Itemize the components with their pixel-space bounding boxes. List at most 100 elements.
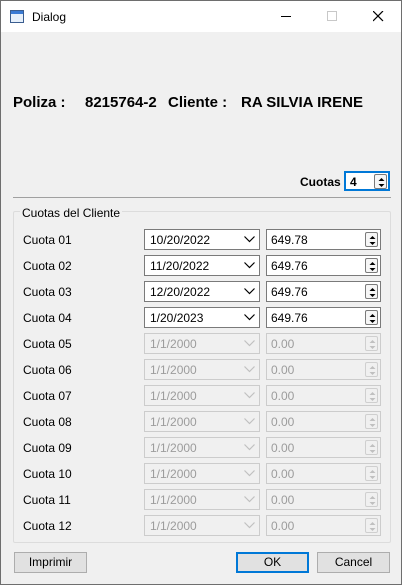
- chevron-down-icon: [244, 288, 255, 295]
- quota-date-picker: 1/1/2000: [144, 437, 260, 458]
- cuotas-label: Cuotas: [300, 175, 341, 189]
- quota-date-picker: 1/1/2000: [144, 489, 260, 510]
- quota-date-picker[interactable]: 10/20/2022: [144, 229, 260, 250]
- quota-amount-spinner: 0.00: [266, 489, 381, 510]
- quota-amount-spin-arrows: [365, 362, 378, 377]
- quota-amount-spin-arrows[interactable]: [365, 258, 378, 273]
- quota-amount-value: 0.00: [271, 467, 295, 481]
- maximize-icon: [327, 11, 337, 21]
- spin-arrows-icon: [369, 340, 376, 349]
- quota-amount-spinner: 0.00: [266, 411, 381, 432]
- close-icon: [373, 11, 384, 22]
- chevron-down-icon: [244, 366, 255, 373]
- cliente-value: RA SILVIA IRENE: [241, 94, 363, 111]
- quota-label: Cuota 04: [23, 311, 72, 325]
- chevron-down-icon: [244, 340, 255, 347]
- quota-date-value: 1/1/2000: [150, 363, 197, 377]
- quota-amount-spin-arrows: [365, 466, 378, 481]
- quota-label: Cuota 07: [23, 389, 72, 403]
- quota-date-value: 12/20/2022: [150, 285, 211, 299]
- quota-amount-spinner[interactable]: 649.76: [266, 255, 381, 276]
- poliza-value: 8215764-2: [85, 94, 157, 111]
- chevron-down-icon: [244, 262, 255, 269]
- quota-date-picker: 1/1/2000: [144, 515, 260, 536]
- quota-amount-spin-arrows: [365, 336, 378, 351]
- quota-amount-spinner: 0.00: [266, 333, 381, 354]
- spin-arrows-icon: [369, 418, 376, 427]
- quota-date-value: 10/20/2022: [150, 233, 211, 247]
- quota-amount-spin-arrows: [365, 388, 378, 403]
- quota-amount-spinner: 0.00: [266, 359, 381, 380]
- quota-amount-spinner[interactable]: 649.76: [266, 281, 381, 302]
- quota-date-picker[interactable]: 1/20/2023: [144, 307, 260, 328]
- quota-amount-value: 0.00: [271, 519, 295, 533]
- title-bar[interactable]: Dialog: [1, 1, 401, 32]
- spin-arrows-icon: [369, 366, 376, 375]
- cliente-label: Cliente :: [168, 94, 228, 111]
- spin-arrows-icon: [369, 470, 376, 479]
- quota-label: Cuota 10: [23, 467, 72, 481]
- spin-arrows-icon: [369, 522, 376, 531]
- quota-date-value: 1/1/2000: [150, 415, 197, 429]
- ok-button[interactable]: OK: [236, 552, 309, 573]
- quota-label: Cuota 12: [23, 519, 72, 533]
- quota-date-picker[interactable]: 11/20/2022: [144, 255, 260, 276]
- print-button[interactable]: Imprimir: [14, 552, 87, 573]
- close-button[interactable]: [355, 1, 401, 32]
- quota-date-value: 1/1/2000: [150, 519, 197, 533]
- quota-date-value: 1/1/2000: [150, 337, 197, 351]
- quota-amount-spinner: 0.00: [266, 463, 381, 484]
- cuotas-spin-arrows[interactable]: [374, 174, 387, 189]
- chevron-down-icon: [244, 392, 255, 399]
- spin-arrows-icon: [378, 178, 385, 187]
- minimize-icon: [281, 16, 291, 17]
- cancel-button[interactable]: Cancel: [317, 552, 390, 573]
- quota-amount-spin-arrows[interactable]: [365, 310, 378, 325]
- quota-amount-value: 0.00: [271, 363, 295, 377]
- quota-date-picker: 1/1/2000: [144, 333, 260, 354]
- quota-amount-spinner: 0.00: [266, 515, 381, 536]
- quota-amount-spin-arrows[interactable]: [365, 284, 378, 299]
- quota-amount-value: 649.76: [271, 285, 308, 299]
- chevron-down-icon: [244, 314, 255, 321]
- quota-date-value: 1/1/2000: [150, 389, 197, 403]
- cuotas-spinner[interactable]: 4: [344, 171, 390, 191]
- quota-amount-spinner[interactable]: 649.78: [266, 229, 381, 250]
- chevron-down-icon: [244, 470, 255, 477]
- window-title: Dialog: [32, 10, 67, 24]
- quota-amount-value: 649.78: [271, 233, 308, 247]
- chevron-down-icon: [244, 236, 255, 243]
- chevron-down-icon: [244, 418, 255, 425]
- quota-label: Cuota 01: [23, 233, 72, 247]
- quota-label: Cuota 02: [23, 259, 72, 273]
- quota-amount-spin-arrows[interactable]: [365, 232, 378, 247]
- spin-arrows-icon: [369, 262, 376, 271]
- chevron-down-icon: [244, 522, 255, 529]
- quota-label: Cuota 03: [23, 285, 72, 299]
- spin-arrows-icon: [369, 314, 376, 323]
- maximize-button: [309, 1, 355, 32]
- quota-amount-value: 0.00: [271, 441, 295, 455]
- quota-label: Cuota 05: [23, 337, 72, 351]
- quota-amount-spin-arrows: [365, 414, 378, 429]
- app-icon: [10, 10, 24, 23]
- quota-date-picker[interactable]: 12/20/2022: [144, 281, 260, 302]
- quota-amount-spinner[interactable]: 649.76: [266, 307, 381, 328]
- policy-header: Poliza : 8215764-2 Cliente : RA SILVIA I…: [13, 94, 391, 114]
- quota-date-picker: 1/1/2000: [144, 411, 260, 432]
- spin-arrows-icon: [369, 444, 376, 453]
- dialog-window: Dialog Poliza : 8215764-2 Cliente : RA S…: [0, 0, 402, 585]
- quota-amount-value: 0.00: [271, 337, 295, 351]
- quota-date-picker: 1/1/2000: [144, 359, 260, 380]
- quota-date-value: 11/20/2022: [150, 259, 210, 273]
- header-divider: [13, 197, 391, 198]
- quota-label: Cuota 09: [23, 441, 72, 455]
- quota-amount-spinner: 0.00: [266, 437, 381, 458]
- quota-date-value: 1/20/2023: [150, 311, 204, 325]
- quota-amount-value: 649.76: [271, 311, 308, 325]
- spin-arrows-icon: [369, 236, 376, 245]
- quota-date-picker: 1/1/2000: [144, 463, 260, 484]
- minimize-button[interactable]: [263, 1, 309, 32]
- quota-date-value: 1/1/2000: [150, 441, 197, 455]
- quota-amount-spin-arrows: [365, 440, 378, 455]
